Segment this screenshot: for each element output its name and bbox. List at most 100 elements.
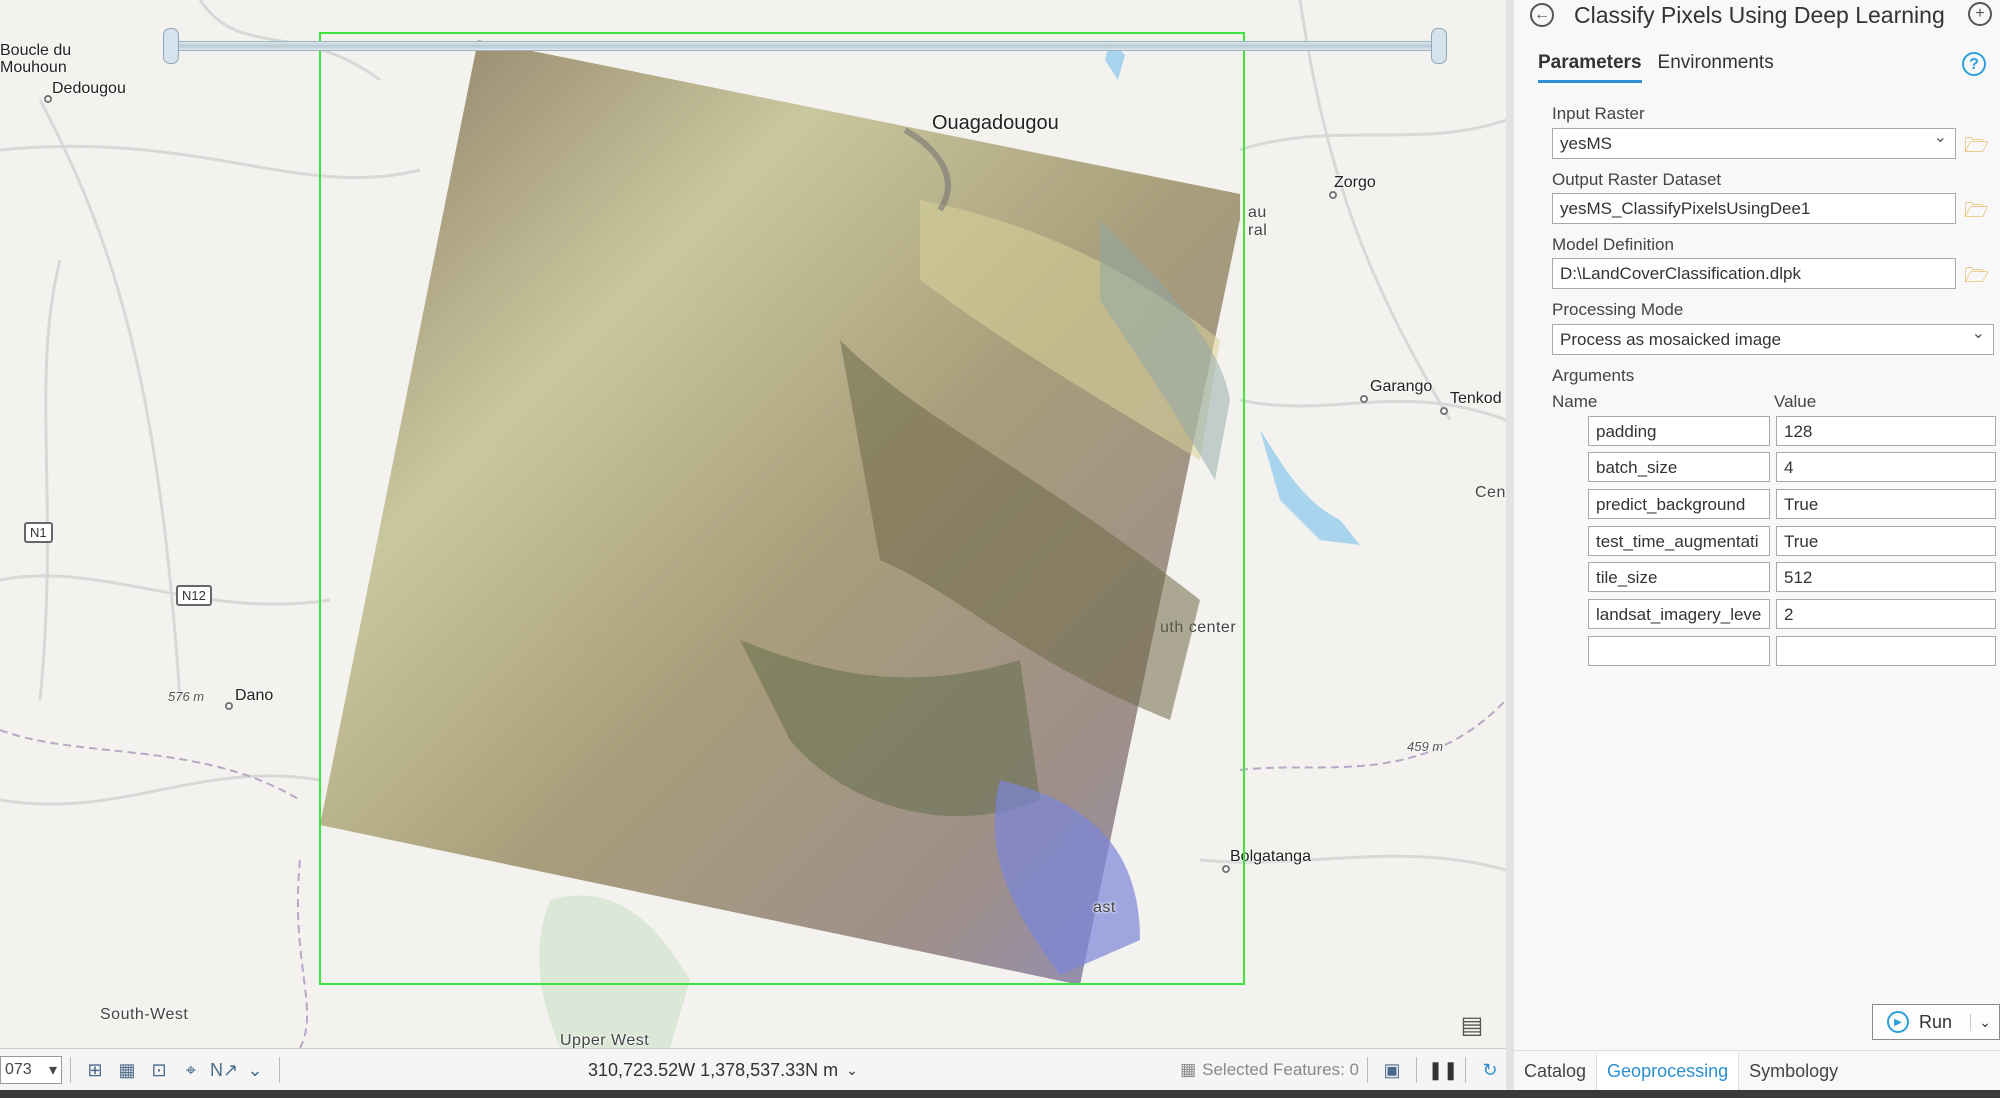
argument-row: test_time_augmentati True — [1588, 526, 1996, 556]
city-marker — [1329, 191, 1337, 199]
output-raster-field[interactable]: yesMS_ClassifyPixelsUsingDee1 — [1552, 193, 1956, 224]
highway-shield-n1: N1 — [24, 522, 53, 543]
argument-name[interactable]: tile_size — [1588, 562, 1770, 592]
time-slider-end-handle[interactable] — [1431, 28, 1447, 64]
argument-row: padding 128 — [1588, 416, 1996, 446]
place-label-garango: Garango — [1370, 378, 1433, 395]
map-status-bar: 073 ▾ ⊞ ▦ ⊡ ⌖ N↗ ⌄ 310,723.52W 1,378,537… — [0, 1048, 1506, 1091]
model-definition-field[interactable]: D:\LandCoverClassification.dlpk — [1552, 258, 1956, 289]
argument-name[interactable]: padding — [1588, 416, 1770, 446]
argument-value[interactable]: 4 — [1776, 452, 1996, 482]
divider — [279, 1057, 280, 1083]
map-view[interactable]: Boucle du Mouhoun Dedougou Zorgo Garango… — [0, 0, 1506, 1048]
selected-features-label: Selected Features: 0 — [1202, 1060, 1359, 1079]
city-marker — [225, 702, 233, 710]
tab-environments[interactable]: Environments — [1658, 52, 1774, 83]
city-marker — [1360, 395, 1368, 403]
argument-name[interactable]: landsat_imagery_leve — [1588, 599, 1770, 629]
output-raster-label: Output Raster Dataset — [1552, 170, 1722, 189]
folder-icon[interactable]: 🗁 — [1964, 196, 1990, 222]
chevron-down-icon[interactable]: ⌄ — [846, 1062, 858, 1079]
arguments-label: Arguments — [1552, 366, 1635, 385]
help-icon[interactable]: ? — [1962, 52, 1986, 76]
scale-dropdown[interactable]: 073 ▾ — [0, 1056, 62, 1084]
arguments-col-value: Value — [1774, 392, 1817, 411]
layer-extent-outline — [319, 32, 1245, 985]
argument-name[interactable]: batch_size — [1588, 452, 1770, 482]
input-raster-label: Input Raster — [1552, 104, 1645, 123]
place-label-zorgo: Zorgo — [1334, 174, 1376, 191]
argument-value[interactable]: True — [1776, 526, 1996, 556]
argument-value[interactable]: 2 — [1776, 599, 1996, 629]
map-legend-icon[interactable]: ▤ — [1456, 1012, 1488, 1040]
chevron-down-icon[interactable]: ⌄ — [242, 1057, 268, 1083]
tab-parameters[interactable]: Parameters — [1538, 52, 1642, 83]
coordinate-readout: 310,723.52W 1,378,537.33N m — [588, 1059, 839, 1080]
tab-catalog[interactable]: Catalog — [1514, 1053, 1596, 1090]
argument-row — [1588, 636, 1996, 666]
pane-bottom-tabs: Catalog Geoprocessing Symbology — [1514, 1050, 2000, 1091]
back-arrow-icon[interactable]: ← — [1530, 3, 1554, 27]
argument-row: tile_size 512 — [1588, 562, 1996, 592]
processing-mode-select[interactable]: Process as mosaicked image — [1552, 323, 1994, 355]
run-label: Run — [1919, 1011, 1953, 1032]
highway-shield-n12: N12 — [176, 585, 212, 606]
city-marker — [1440, 407, 1448, 415]
place-label-dano: Dano — [235, 687, 274, 704]
add-icon[interactable]: + — [1968, 2, 1992, 26]
selection-icon: ▦ — [1180, 1060, 1197, 1079]
argument-name[interactable] — [1588, 636, 1770, 666]
argument-value[interactable]: True — [1776, 489, 1996, 519]
elevation-label: 459 m — [1407, 739, 1444, 754]
grid-icon[interactable]: ▦ — [114, 1057, 140, 1083]
argument-value[interactable]: 128 — [1776, 416, 1996, 446]
chevron-down-icon: ▾ — [48, 1062, 57, 1079]
place-label-south-west: South-West — [100, 1006, 189, 1023]
place-label-cen: Cen — [1475, 484, 1506, 501]
argument-value[interactable]: 512 — [1776, 562, 1996, 592]
window-bottom-edge — [0, 1090, 2000, 1098]
city-marker — [44, 95, 52, 103]
divider — [1416, 1057, 1417, 1083]
place-label-dedougou: Dedougou — [52, 80, 126, 97]
argument-value[interactable] — [1776, 636, 1996, 666]
fixed-zoom-icon[interactable]: ⊞ — [82, 1057, 108, 1083]
time-slider[interactable] — [163, 28, 1447, 64]
place-label-boucle-du-mouhoun: Boucle du Mouhoun — [0, 42, 72, 76]
run-button[interactable]: ▶ Run ⌄ — [1872, 1004, 2000, 1040]
pause-icon[interactable]: ❚❚ — [1428, 1057, 1458, 1083]
place-label-upper-west: Upper West — [560, 1032, 650, 1048]
folder-icon[interactable]: 🗁 — [1964, 261, 1990, 287]
input-raster-combo[interactable]: yesMS — [1552, 127, 1956, 159]
table-icon[interactable]: ▣ — [1379, 1057, 1405, 1083]
argument-name[interactable]: predict_background — [1588, 489, 1770, 519]
divider — [1465, 1057, 1466, 1083]
snapping-icon[interactable]: ⊡ — [146, 1057, 172, 1083]
argument-row: predict_background True — [1588, 489, 1996, 519]
argument-row: batch_size 4 — [1588, 452, 1996, 482]
refresh-icon[interactable]: ↻ — [1477, 1057, 1503, 1083]
divider — [70, 1057, 71, 1083]
crosshair-icon[interactable]: ⌖ — [178, 1057, 204, 1083]
argument-name[interactable]: test_time_augmentati — [1588, 526, 1770, 556]
place-label-tenkod: Tenkod — [1450, 390, 1502, 407]
chevron-down-icon[interactable]: ⌄ — [1970, 1013, 1999, 1031]
elevation-label: 576 m — [168, 689, 205, 704]
model-definition-label: Model Definition — [1552, 235, 1674, 254]
geoprocessing-pane: ← Classify Pixels Using Deep Learning + … — [1506, 0, 2000, 1090]
tool-title: Classify Pixels Using Deep Learning — [1574, 1, 1945, 28]
divider — [1367, 1057, 1368, 1083]
tab-geoprocessing[interactable]: Geoprocessing — [1596, 1052, 1740, 1090]
folder-icon[interactable]: 🗁 — [1964, 131, 1990, 157]
tool-tabs: Parameters Environments — [1538, 52, 1774, 83]
scale-value: 073 — [5, 1061, 32, 1078]
tab-symbology[interactable]: Symbology — [1739, 1053, 1848, 1090]
selected-features-indicator[interactable]: ▦ Selected Features: 0 — [1180, 1060, 1359, 1080]
play-icon: ▶ — [1887, 1011, 1909, 1033]
argument-row: landsat_imagery_leve 2 — [1588, 599, 1996, 629]
pane-header: ← Classify Pixels Using Deep Learning + — [1530, 0, 2000, 30]
place-label-au-ral: au ral — [1248, 204, 1268, 239]
time-slider-start-handle[interactable] — [163, 28, 179, 64]
north-arrow-icon[interactable]: N↗ — [210, 1057, 238, 1083]
time-slider-track[interactable] — [175, 41, 1435, 51]
